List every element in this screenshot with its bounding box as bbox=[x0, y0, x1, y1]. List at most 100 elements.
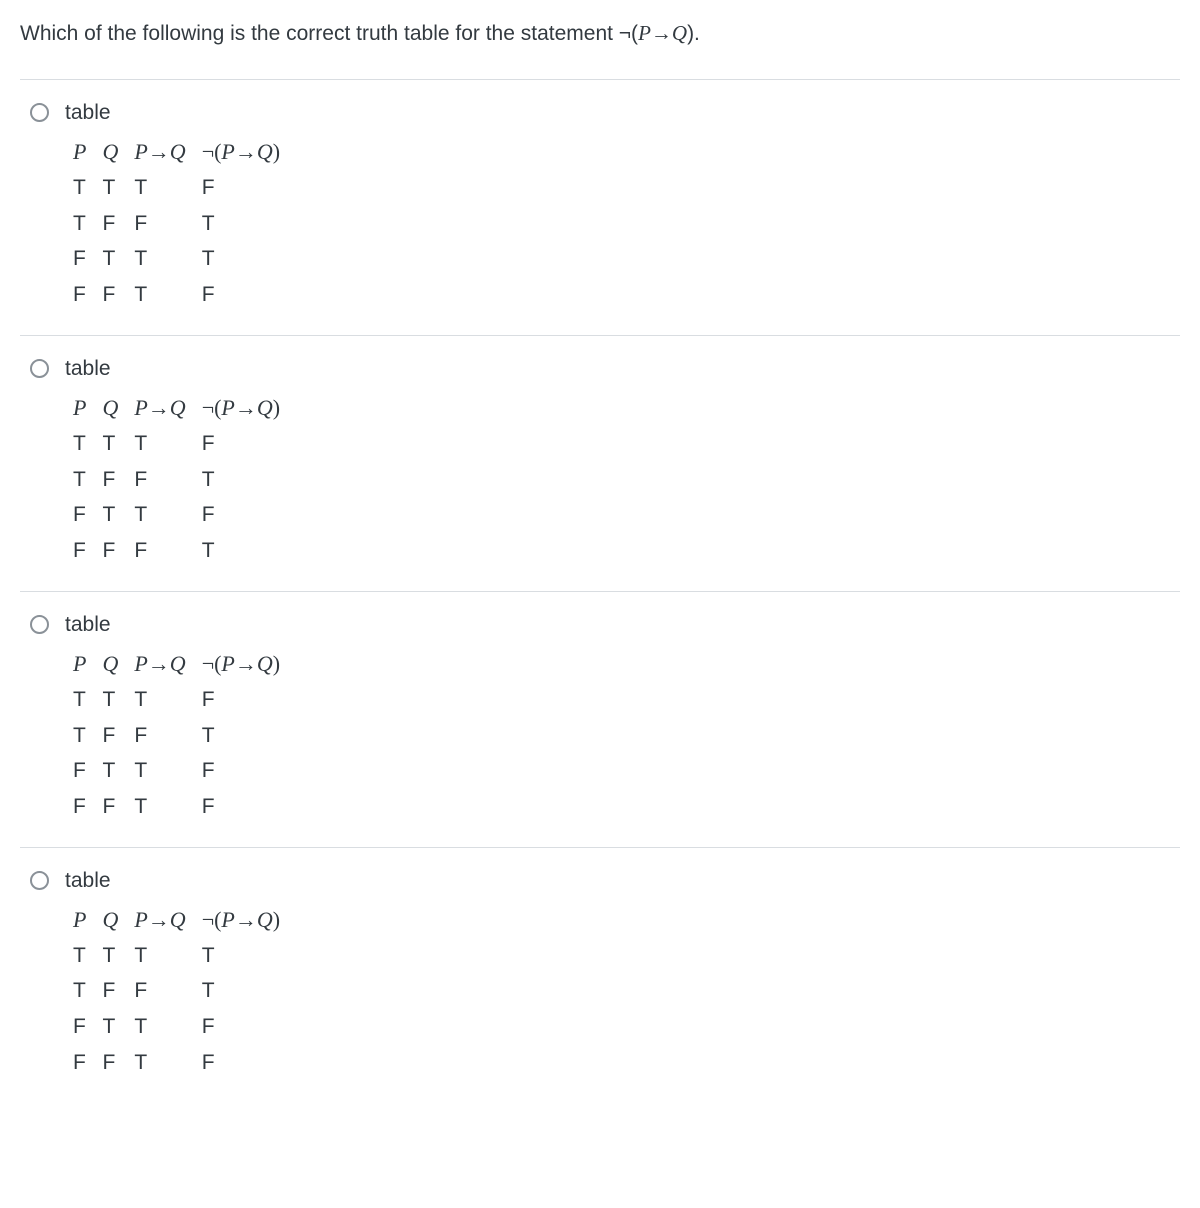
cell: F bbox=[65, 1010, 94, 1046]
cell: T bbox=[194, 242, 288, 278]
cell: T bbox=[65, 939, 94, 975]
cell: F bbox=[194, 171, 288, 207]
table-row: TFFT bbox=[65, 207, 288, 243]
col-P: P bbox=[65, 390, 94, 427]
col-PimpQ: P→Q bbox=[126, 902, 193, 939]
cell: T bbox=[65, 171, 94, 207]
table-row: TTTF bbox=[65, 683, 288, 719]
table-row: TFFT bbox=[65, 463, 288, 499]
cell: T bbox=[194, 974, 288, 1010]
cell: F bbox=[65, 242, 94, 278]
cell: T bbox=[65, 683, 94, 719]
cell: T bbox=[126, 939, 193, 975]
cell: F bbox=[65, 1046, 94, 1082]
cell: F bbox=[94, 207, 126, 243]
option-1: tablePQP→Q¬(P→Q)TTTFTFFTFTTTFFTF bbox=[20, 79, 1180, 335]
cell: T bbox=[126, 171, 193, 207]
cell: T bbox=[126, 754, 193, 790]
table-row: FFFT bbox=[65, 534, 288, 570]
cell: F bbox=[194, 754, 288, 790]
cell: F bbox=[194, 790, 288, 826]
cell: F bbox=[194, 683, 288, 719]
table-label: table bbox=[65, 610, 1180, 639]
cell: T bbox=[126, 498, 193, 534]
col-P: P bbox=[65, 134, 94, 171]
cell: T bbox=[194, 534, 288, 570]
col-PimpQ: P→Q bbox=[126, 646, 193, 683]
cell: T bbox=[94, 498, 126, 534]
table-label: table bbox=[65, 866, 1180, 895]
cell: F bbox=[94, 278, 126, 314]
cell: F bbox=[94, 719, 126, 755]
cell: F bbox=[94, 534, 126, 570]
table-row: FTTF bbox=[65, 498, 288, 534]
truth-table-4: PQP→Q¬(P→Q)TTTTTFFTFTTFFFTF bbox=[65, 902, 288, 1082]
cell: T bbox=[65, 207, 94, 243]
cell: T bbox=[94, 242, 126, 278]
radio-option-2[interactable] bbox=[30, 359, 49, 378]
cell: T bbox=[94, 1010, 126, 1046]
col-PimpQ: P→Q bbox=[126, 390, 193, 427]
cell: T bbox=[194, 463, 288, 499]
cell: T bbox=[65, 719, 94, 755]
table-row: FFTF bbox=[65, 790, 288, 826]
cell: T bbox=[194, 207, 288, 243]
cell: T bbox=[194, 939, 288, 975]
table-row: FTTF bbox=[65, 754, 288, 790]
cell: T bbox=[126, 427, 193, 463]
radio-option-1[interactable] bbox=[30, 103, 49, 122]
cell: F bbox=[194, 1010, 288, 1046]
option-3: tablePQP→Q¬(P→Q)TTTFTFFTFTTFFFTF bbox=[20, 591, 1180, 847]
option-content-2: tablePQP→Q¬(P→Q)TTTFTFFTFTTFFFFT bbox=[65, 354, 1180, 569]
cell: T bbox=[94, 754, 126, 790]
cell: T bbox=[126, 790, 193, 826]
table-row: TTTF bbox=[65, 427, 288, 463]
col-Q: Q bbox=[94, 390, 126, 427]
cell: T bbox=[194, 719, 288, 755]
col-P: P bbox=[65, 646, 94, 683]
radio-option-4[interactable] bbox=[30, 871, 49, 890]
col-PimpQ: P→Q bbox=[126, 134, 193, 171]
cell: F bbox=[194, 278, 288, 314]
col-P: P bbox=[65, 902, 94, 939]
table-label: table bbox=[65, 98, 1180, 127]
cell: F bbox=[65, 278, 94, 314]
col-negPimpQ: ¬(P→Q) bbox=[194, 902, 288, 939]
cell: T bbox=[94, 683, 126, 719]
cell: F bbox=[194, 427, 288, 463]
cell: T bbox=[94, 427, 126, 463]
col-Q: Q bbox=[94, 134, 126, 171]
table-header-row: PQP→Q¬(P→Q) bbox=[65, 902, 288, 939]
cell: F bbox=[94, 790, 126, 826]
cell: T bbox=[126, 683, 193, 719]
cell: T bbox=[126, 278, 193, 314]
col-negPimpQ: ¬(P→Q) bbox=[194, 134, 288, 171]
radio-option-3[interactable] bbox=[30, 615, 49, 634]
table-row: TFFT bbox=[65, 974, 288, 1010]
col-negPimpQ: ¬(P→Q) bbox=[194, 646, 288, 683]
cell: F bbox=[65, 790, 94, 826]
cell: T bbox=[94, 171, 126, 207]
table-row: FFTF bbox=[65, 1046, 288, 1082]
table-row: TTTF bbox=[65, 171, 288, 207]
col-negPimpQ: ¬(P→Q) bbox=[194, 390, 288, 427]
cell: F bbox=[126, 463, 193, 499]
option-content-4: tablePQP→Q¬(P→Q)TTTTTFFTFTTFFFTF bbox=[65, 866, 1180, 1081]
cell: T bbox=[65, 427, 94, 463]
question-text: Which of the following is the correct tr… bbox=[20, 18, 1180, 49]
table-row: FTTF bbox=[65, 1010, 288, 1046]
cell: F bbox=[65, 498, 94, 534]
option-content-1: tablePQP→Q¬(P→Q)TTTFTFFTFTTTFFTF bbox=[65, 98, 1180, 313]
question-prefix: Which of the following is the correct tr… bbox=[20, 22, 619, 45]
cell: T bbox=[94, 939, 126, 975]
option-content-3: tablePQP→Q¬(P→Q)TTTFTFFTFTTFFFTF bbox=[65, 610, 1180, 825]
cell: F bbox=[94, 463, 126, 499]
cell: F bbox=[126, 719, 193, 755]
cell: T bbox=[126, 1046, 193, 1082]
cell: F bbox=[126, 534, 193, 570]
cell: T bbox=[126, 1010, 193, 1046]
table-row: FTTT bbox=[65, 242, 288, 278]
table-header-row: PQP→Q¬(P→Q) bbox=[65, 646, 288, 683]
cell: F bbox=[94, 974, 126, 1010]
table-label: table bbox=[65, 354, 1180, 383]
